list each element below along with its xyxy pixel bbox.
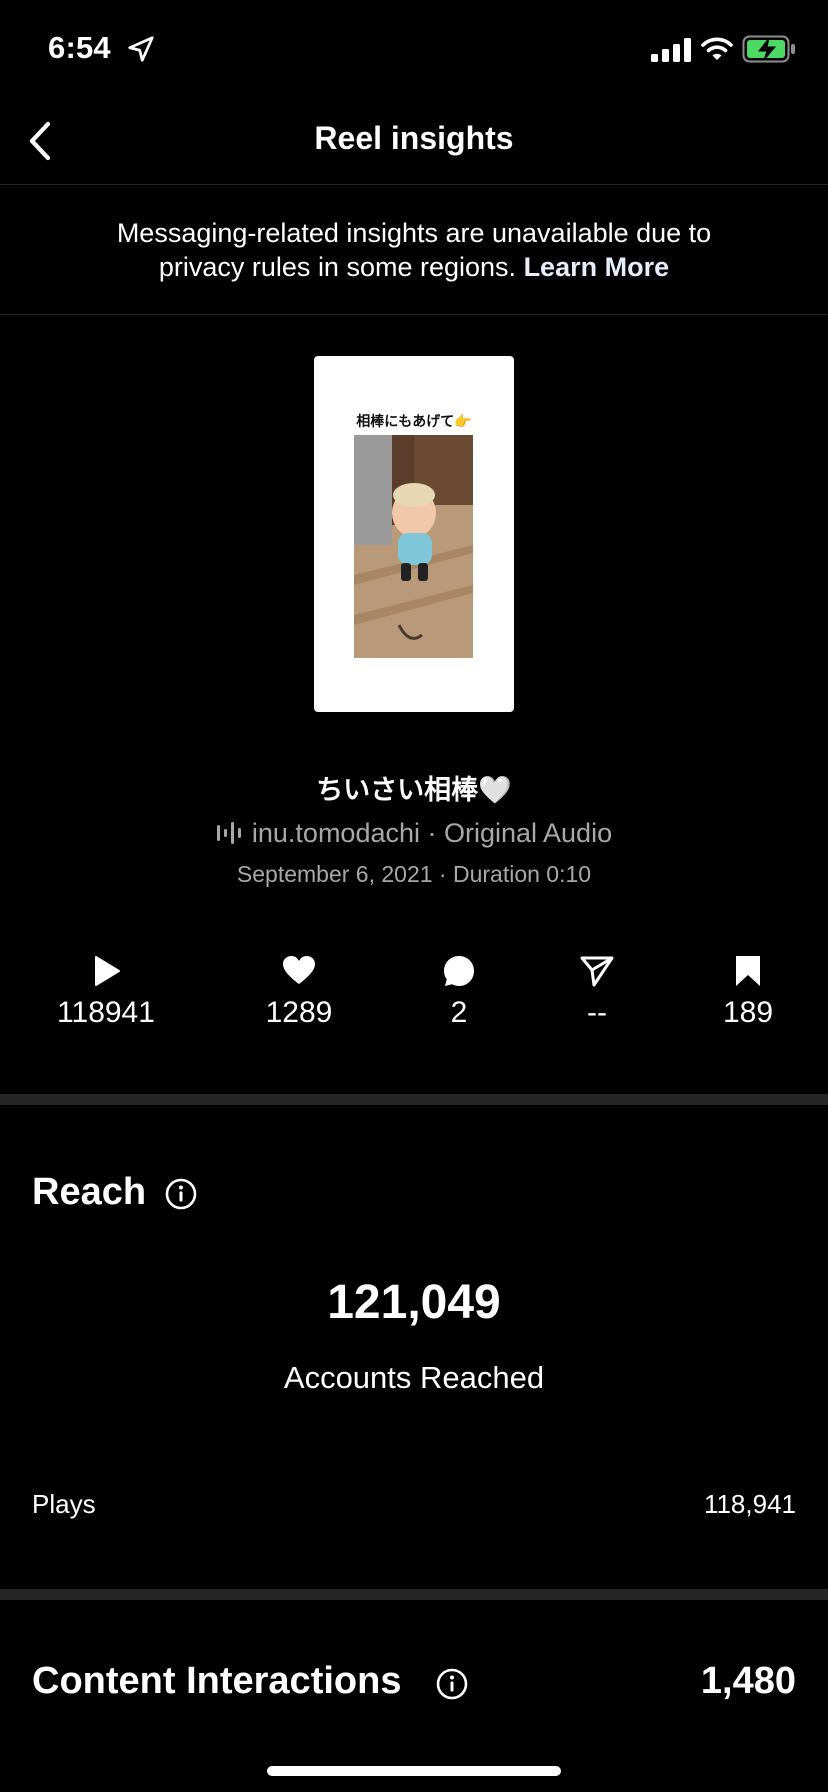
stat-saves: 189 bbox=[668, 954, 828, 1030]
audio-waveform-icon bbox=[216, 822, 241, 844]
saves-count: 189 bbox=[722, 996, 774, 1029]
thumbnail-photo bbox=[354, 435, 473, 658]
plays-label: Plays bbox=[32, 1489, 96, 1519]
reel-meta: September 6, 2021 · Duration 0:10 bbox=[236, 861, 592, 887]
stat-plays: 118941 bbox=[26, 954, 186, 1030]
wifi-icon bbox=[701, 37, 733, 60]
plays-count: 118941 bbox=[57, 996, 155, 1029]
stat-likes: 1289 bbox=[219, 954, 379, 1030]
content-interactions-value: 1,480 bbox=[700, 1660, 796, 1702]
battery-charging-icon bbox=[742, 35, 795, 63]
section-divider bbox=[0, 1094, 828, 1105]
notice-divider bbox=[0, 314, 828, 315]
privacy-notice: Messaging-related insights are unavailab… bbox=[60, 216, 768, 284]
notice-line2: privacy rules in some regions. bbox=[158, 252, 517, 282]
reach-title: Reach bbox=[32, 1171, 147, 1213]
bookmark-icon bbox=[736, 956, 760, 986]
accounts-reached-label: Accounts Reached bbox=[283, 1360, 545, 1395]
likes-count: 1289 bbox=[265, 996, 333, 1029]
reel-caption: ちいさい相棒🤍 bbox=[316, 775, 512, 805]
comments-count: 2 bbox=[450, 996, 468, 1029]
send-paper-plane-icon bbox=[580, 956, 614, 987]
audio-label: inu.tomodachi · Original Audio bbox=[251, 818, 613, 848]
thumbnail-caption: 相棒にもあげて👉 bbox=[356, 413, 472, 429]
stat-shares: -- bbox=[517, 954, 677, 1030]
notice-line1: Messaging-related insights are unavailab… bbox=[116, 218, 712, 248]
accounts-reached-value: 121,049 bbox=[327, 1276, 501, 1329]
shares-count: -- bbox=[587, 996, 607, 1029]
page-title: Reel insights bbox=[314, 120, 514, 156]
reach-info-icon[interactable] bbox=[165, 1178, 197, 1210]
audio-info[interactable]: inu.tomodachi · Original Audio bbox=[0, 818, 828, 849]
location-arrow-icon bbox=[128, 36, 154, 62]
content-interactions-title: Content Interactions bbox=[32, 1660, 402, 1702]
plays-value: 118,941 bbox=[703, 1489, 796, 1519]
learn-more-link[interactable]: Learn More bbox=[524, 252, 670, 282]
home-indicator[interactable] bbox=[267, 1766, 561, 1776]
comment-bubble-icon bbox=[444, 956, 474, 986]
content-interactions-info-icon[interactable] bbox=[436, 1668, 468, 1700]
play-icon bbox=[95, 956, 120, 986]
cellular-signal-icon bbox=[651, 38, 691, 62]
header-divider bbox=[0, 184, 828, 185]
stat-comments: 2 bbox=[379, 954, 539, 1030]
status-time: 6:54 bbox=[48, 30, 111, 65]
heart-icon bbox=[283, 956, 315, 984]
section-divider-2 bbox=[0, 1589, 828, 1600]
baby-photo-image bbox=[354, 435, 473, 658]
